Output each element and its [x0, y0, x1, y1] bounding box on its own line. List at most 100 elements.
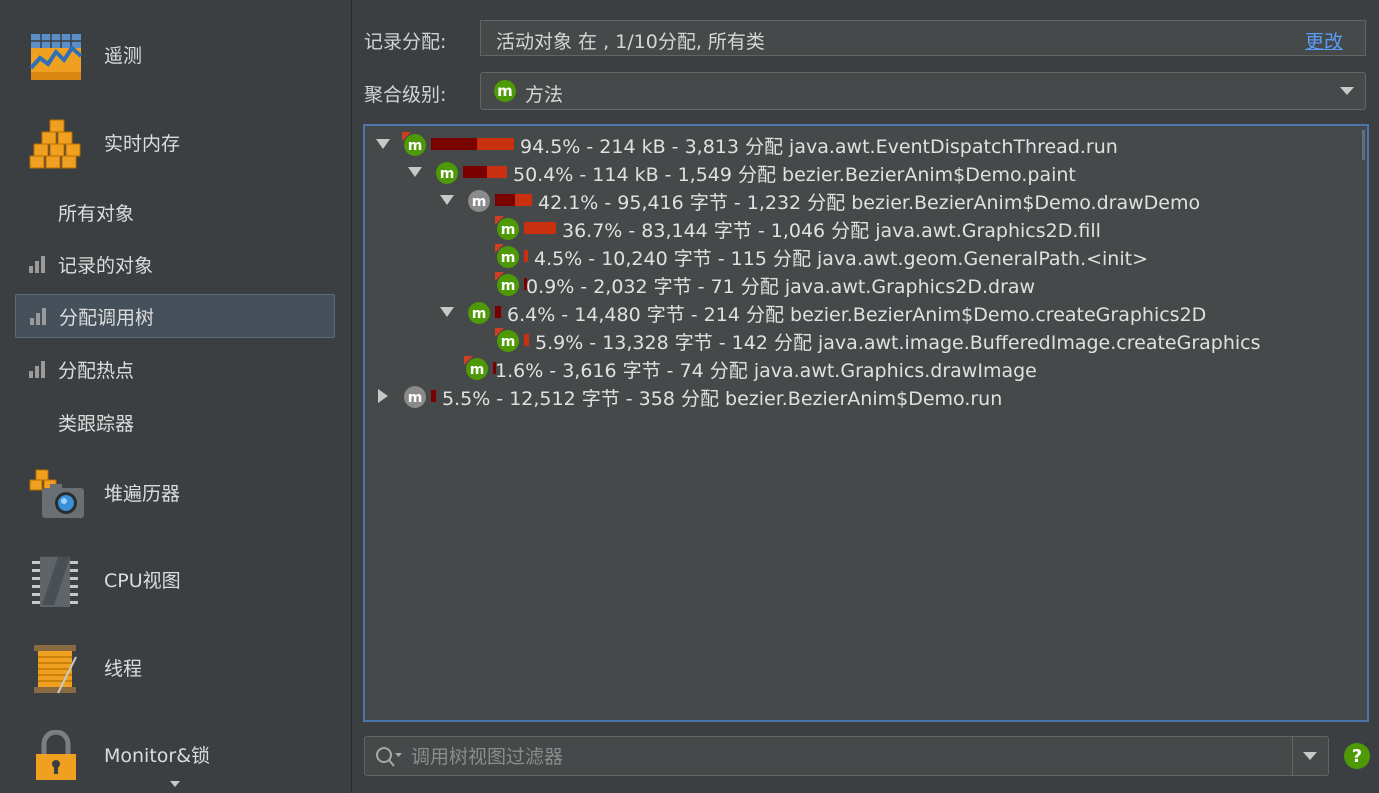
tree-node[interactable]: m 4.5% - 10,240 字节 - 115 分配 java.awt.geom…	[365, 242, 1367, 270]
expand-toggle-open-icon[interactable]	[407, 164, 423, 180]
method-filtered-icon: m	[404, 386, 426, 408]
tree-node-label: 50.4% - 114 kB - 1,549 分配 bezier.BezierA…	[513, 164, 1076, 186]
sidebar-item-monitors[interactable]: Monitor&锁	[0, 724, 351, 784]
sidebar-label-allocation-hotspots: 分配热点	[58, 359, 135, 382]
aggregation-level-select[interactable]: m 方法	[480, 72, 1366, 110]
tree-node[interactable]: m 36.7% - 83,144 字节 - 1,046 分配 java.awt.G…	[365, 214, 1367, 242]
tree-node[interactable]: m 50.4% - 114 kB - 1,549 分配 bezier.Bezier…	[365, 158, 1367, 186]
telemetry-icon	[29, 34, 83, 80]
tree-node-label: 0.9% - 2,032 字节 - 71 分配 java.awt.Graphic…	[526, 276, 1036, 298]
allocation-bar	[495, 194, 532, 206]
sidebar-item-class-tracker[interactable]: 类跟踪器	[15, 401, 335, 443]
live-memory-icon	[29, 119, 81, 169]
svg-text:m: m	[440, 166, 455, 182]
tree-node-label: 5.5% - 12,512 字节 - 358 分配 bezier.BezierA…	[442, 388, 1003, 410]
sidebar-item-recorded-objects[interactable]: 记录的对象	[15, 243, 335, 285]
bar-chart-icon	[30, 308, 46, 325]
tree-node[interactable]: m 0.9% - 2,032 字节 - 71 分配 java.awt.Graphi…	[365, 270, 1367, 298]
sidebar-label-all-objects: 所有对象	[58, 202, 135, 225]
call-tree-filter	[364, 736, 1329, 776]
expand-toggle-open-icon[interactable]	[375, 136, 391, 152]
expand-toggle-open-icon[interactable]	[439, 192, 455, 208]
tree-node[interactable]: m 6.4% - 14,480 字节 - 214 分配 bezier.Bezier…	[365, 298, 1367, 326]
cpu-chip-icon	[32, 556, 78, 607]
heap-walker-icon	[29, 469, 84, 518]
method-icon: m	[402, 132, 426, 156]
allocation-bar	[524, 222, 556, 234]
thread-spool-icon	[34, 645, 77, 694]
method-icon: m	[464, 356, 488, 380]
allocation-bar	[431, 138, 514, 150]
method-filtered-icon: m	[468, 190, 490, 212]
sidebar-item-telemetry[interactable]: 遥测	[0, 24, 351, 84]
tree-node-label: 4.5% - 10,240 字节 - 115 分配 java.awt.geom.…	[534, 248, 1148, 270]
tree-node[interactable]: m 94.5% - 214 kB - 3,813 分配 java.awt.Even…	[365, 130, 1367, 158]
aggregation-level-label: 聚合级别:	[364, 84, 447, 106]
sidebar-item-all-objects[interactable]: 所有对象	[15, 191, 335, 233]
record-allocations-field: 活动对象 在 , 1/10分配, 所有类 更改	[480, 20, 1366, 56]
tree-node[interactable]: m 5.9% - 13,328 字节 - 142 分配 java.awt.imag…	[365, 326, 1367, 354]
sidebar-label-class-tracker: 类跟踪器	[58, 412, 135, 435]
sidebar-item-threads[interactable]: 线程	[0, 637, 351, 697]
sidebar-label-allocation-tree: 分配调用树	[59, 306, 155, 329]
bar-chart-icon	[29, 361, 45, 378]
method-icon: m	[495, 272, 519, 296]
method-icon: m	[436, 162, 458, 184]
allocation-bar	[524, 334, 529, 346]
svg-text:m: m	[472, 306, 487, 322]
tree-node-label: 36.7% - 83,144 字节 - 1,046 分配 java.awt.Gr…	[562, 220, 1101, 242]
method-icon: m	[494, 80, 516, 102]
svg-text:m: m	[472, 194, 487, 210]
record-allocations-value: 活动对象 在 , 1/10分配, 所有类	[496, 31, 765, 53]
svg-text:m: m	[501, 278, 516, 294]
sidebar-item-allocation-tree[interactable]: 分配调用树	[15, 294, 335, 338]
bar-chart-icon	[29, 256, 45, 273]
method-icon: m	[495, 216, 519, 240]
method-icon: m	[468, 302, 490, 324]
sidebar-label-heap-walker: 堆遍历器	[104, 482, 181, 505]
sidebar-label-cpu-views: CPU视图	[104, 569, 181, 592]
sidebar-label-telemetry: 遥测	[104, 44, 143, 67]
method-icon: m	[495, 328, 519, 352]
sidebar-label-live-memory: 实时内存	[104, 132, 181, 155]
tree-node[interactable]: m 5.5% - 12,512 字节 - 358 分配 bezier.Bezier…	[365, 382, 1367, 410]
sidebar-label-recorded-objects: 记录的对象	[58, 254, 154, 277]
aggregation-level-value: 方法	[525, 84, 564, 106]
allocation-bar	[431, 390, 436, 402]
svg-text:m: m	[470, 362, 485, 378]
sidebar-item-cpu-views[interactable]: CPU视图	[0, 549, 351, 609]
scroll-down-arrow-icon[interactable]	[168, 778, 182, 790]
svg-text:m: m	[501, 334, 516, 350]
svg-text:m: m	[501, 222, 516, 238]
sidebar-item-allocation-hotspots[interactable]: 分配热点	[15, 348, 335, 390]
change-link[interactable]: 更改	[1305, 27, 1343, 54]
sidebar-item-heap-walker[interactable]: 堆遍历器	[0, 462, 351, 522]
allocation-call-tree[interactable]: m 94.5% - 214 kB - 3,813 分配 java.awt.Even…	[363, 124, 1369, 722]
search-icon[interactable]	[375, 746, 403, 768]
svg-text:m: m	[408, 390, 423, 406]
svg-text:?: ?	[1352, 746, 1362, 767]
filter-dropdown-arrow-icon[interactable]	[1302, 751, 1318, 761]
tree-node[interactable]: m 42.1% - 95,416 字节 - 1,232 分配 bezier.Bez…	[365, 186, 1367, 214]
record-allocations-label: 记录分配:	[364, 31, 447, 53]
svg-text:m: m	[408, 138, 423, 154]
tree-node-label: 42.1% - 95,416 字节 - 1,232 分配 bezier.Bezi…	[538, 192, 1201, 214]
sidebar-label-monitors: Monitor&锁	[104, 744, 211, 767]
sidebar-item-live-memory[interactable]: 实时内存	[0, 112, 351, 172]
lock-icon	[36, 730, 76, 780]
filter-divider	[1292, 737, 1293, 775]
chevron-down-icon	[1340, 87, 1354, 95]
tree-node-label: 5.9% - 13,328 字节 - 142 分配 java.awt.image…	[535, 332, 1261, 354]
svg-text:m: m	[501, 250, 516, 266]
expand-toggle-closed-icon[interactable]	[375, 388, 391, 404]
expand-toggle-open-icon[interactable]	[439, 304, 455, 320]
svg-text:m: m	[497, 82, 513, 100]
tree-node-label: 1.6% - 3,616 字节 - 74 分配 java.awt.Graphic…	[495, 360, 1037, 382]
method-icon: m	[495, 244, 519, 268]
tree-node[interactable]: m 1.6% - 3,616 字节 - 74 分配 java.awt.Graphi…	[365, 354, 1367, 382]
tree-node-label: 6.4% - 14,480 字节 - 214 分配 bezier.BezierA…	[507, 304, 1207, 326]
help-icon[interactable]: ?	[1343, 742, 1371, 770]
sidebar-label-threads: 线程	[104, 657, 143, 680]
sidebar: 遥测 实时内存 所有对象 记录的对象 分配调用树 分配热点 类跟踪器 堆遍历器 …	[0, 0, 352, 793]
filter-input[interactable]	[409, 743, 1283, 771]
